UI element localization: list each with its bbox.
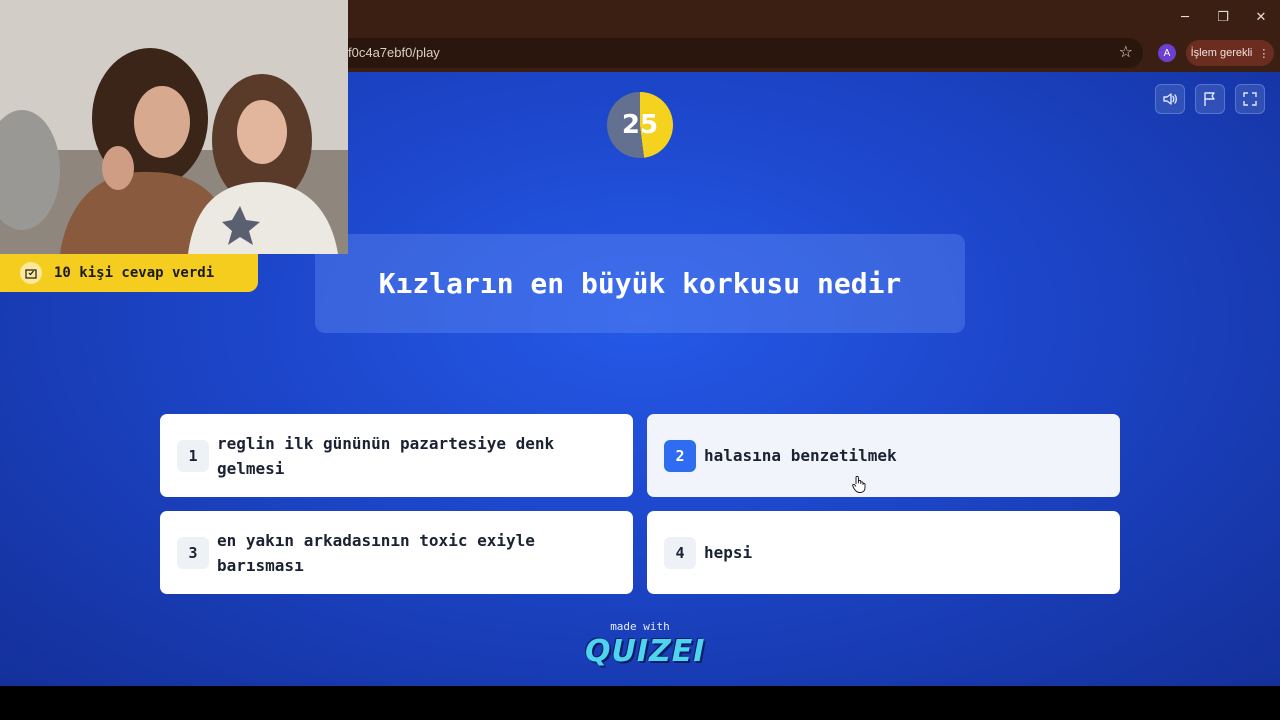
answered-count-text: 10 kişi cevap verdi [54,265,215,281]
fullscreen-icon [1243,92,1257,106]
quizei-logo[interactable]: QUIZEI [585,634,704,669]
answer-option-4[interactable]: 4 hepsi [647,511,1120,594]
flag-icon [1204,92,1215,106]
restore-button[interactable]: ❐ [1204,0,1242,34]
timer-value: 25 [621,110,659,140]
answer-number: 2 [664,439,696,472]
vote-box-icon [20,262,42,284]
report-button[interactable] [1195,84,1225,114]
close-button[interactable]: ✕ [1242,0,1280,34]
profile-avatar[interactable]: A [1158,44,1176,62]
answer-text: en yakın arkadasının toxic exiyle barısm… [217,530,535,575]
action-required-button[interactable]: İşlem gerekli ⋮ [1186,40,1274,66]
bookmark-star-icon[interactable]: ☆ [1119,42,1133,61]
url-text[interactable]: f0c4a7ebf0/play [348,45,440,60]
bottom-letterbox [0,686,1280,720]
answer-option-3[interactable]: 3 en yakın arkadasının toxic exiyle barı… [160,511,633,594]
answer-option-1[interactable]: 1 reglin ilk gününün pazartesiye denk ge… [160,414,633,497]
made-with-label: made with [610,620,670,633]
webcam-overlay [0,0,348,254]
answered-count-badge: 10 kişi cevap verdi [0,254,258,292]
answer-text: hepsi [704,543,753,562]
answer-number: 3 [177,536,209,569]
menu-dots-icon: ⋮ [1258,47,1270,60]
answer-number: 4 [664,536,696,569]
hand-cursor-icon [852,475,866,493]
window-controls: ─ ❐ ✕ [1166,0,1280,34]
question-text: Kızların en büyük korkusu nedir [315,234,965,333]
volume-button[interactable] [1155,84,1185,114]
fullscreen-button[interactable] [1235,84,1265,114]
minimize-button[interactable]: ─ [1166,0,1204,34]
webcam-video [0,0,348,254]
answer-option-2[interactable]: 2 halasına benzetilmek [647,414,1120,497]
answer-text: halasına benzetilmek [704,446,897,465]
countdown-timer: 25 [607,92,673,158]
answer-number: 1 [177,439,209,472]
answer-text: reglin ilk gününün pazartesiye denk gelm… [217,433,555,478]
volume-icon [1163,93,1178,105]
action-required-label: İşlem gerekli [1190,47,1253,59]
